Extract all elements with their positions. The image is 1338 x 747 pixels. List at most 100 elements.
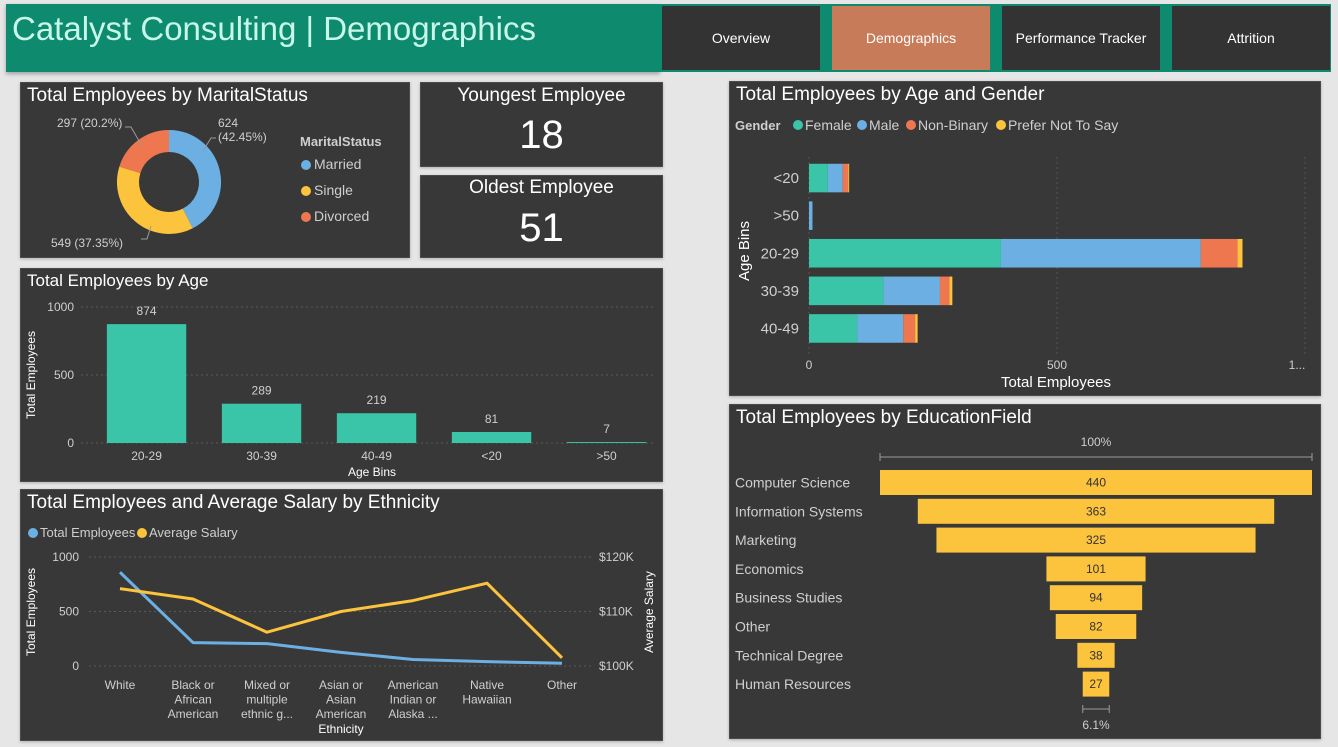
x-tick-label: Black or African American	[168, 678, 219, 721]
legend-marker-prefer-not-to-say	[996, 120, 1006, 130]
age-gender-stacked-bar-chart: Gender Female Male Non-Binary Prefer Not To …	[735, 117, 1306, 391]
legend-marker-single	[301, 186, 311, 196]
marital-status-panel: Total Employees by MaritalStatus 624 (42.…	[20, 82, 410, 258]
legend-title: Gender	[735, 118, 781, 133]
x-axis-title: Total Employees	[1001, 374, 1111, 391]
youngest-employee-value: 18	[519, 113, 564, 157]
x-tick-label: Asian or Asian American	[316, 678, 367, 721]
data-label-20-29: 874	[137, 304, 157, 318]
category-label: Information Systems	[735, 503, 863, 519]
x-tick-label: White	[105, 678, 136, 692]
x-tick-label: <20	[481, 449, 502, 463]
legend-marker-married	[301, 160, 311, 170]
category-label: Business Studies	[735, 590, 842, 606]
bar-segment-<20-female	[809, 163, 828, 193]
y-tick-label: 30-39	[761, 283, 799, 300]
bar-segment-<20-male	[827, 163, 843, 193]
x-tick-label: 30-39	[246, 449, 277, 463]
data-label: 325	[1086, 533, 1106, 547]
donut-slice-single	[117, 166, 193, 234]
oldest-employee-value: 51	[519, 206, 564, 250]
bar-30-39	[221, 403, 302, 443]
series-line-total-employees	[118, 571, 563, 665]
legend-label-average-salary: Average Salary	[149, 525, 238, 540]
tab-overview[interactable]: Overview	[662, 6, 820, 70]
legend-marker-female	[793, 120, 803, 130]
bar-segment-40-49-non-binary	[903, 314, 916, 343]
y-axis-title: Total Employees	[24, 568, 38, 656]
y-tick-label: 500	[59, 605, 79, 619]
age-panel: Total Employees by Age 0 500 1000 874 20-29 2…	[20, 268, 663, 482]
category-label: Technical Degree	[735, 647, 843, 663]
legend-label-female: Female	[805, 117, 852, 133]
legend-label-total-employees: Total Employees	[40, 525, 136, 540]
bar-segment-30-39-male	[883, 276, 940, 306]
x-tick-label: 20-29	[131, 449, 162, 463]
marital-status-donut-chart: 624 (42.45%) 549 (37.35%) 297 (20.2%) Marita…	[51, 116, 382, 250]
x-tick-label: >50	[596, 449, 617, 463]
bar->50	[566, 442, 647, 443]
x-tick-label: 1...	[1289, 358, 1306, 372]
data-label-<20: 81	[485, 412, 499, 426]
y-tick-label: 1000	[47, 300, 74, 314]
legend-label-divorced: Divorced	[314, 208, 369, 224]
legend-marker-non-binary	[906, 120, 916, 130]
series-line-average-salary	[119, 581, 564, 659]
bar-segment-40-49-prefer-not-to-say	[915, 314, 918, 343]
youngest-employee-card: Youngest Employee 18	[420, 82, 663, 167]
data-label-40-49: 219	[367, 393, 387, 407]
oldest-employee-label: Oldest Employee	[469, 177, 614, 198]
y2-tick-label: $120K	[599, 550, 634, 564]
data-label: 94	[1089, 591, 1103, 605]
page-title: Catalyst Consulting | Demographics	[12, 10, 536, 47]
y-tick-label: 1000	[52, 550, 79, 564]
bar-segment-30-39-non-binary	[939, 276, 950, 306]
nav-bar: Overview Demographics Performance Tracke…	[660, 4, 1331, 72]
bar-40-49	[336, 413, 417, 443]
y2-tick-label: $100K	[599, 659, 634, 673]
bar-segment-20-29-prefer-not-to-say	[1237, 238, 1243, 268]
tab-attrition[interactable]: Attrition	[1172, 6, 1330, 70]
top-percent-bracket	[879, 453, 1313, 461]
age-gender-panel: Total Employees by Age and Gender Gender…	[729, 81, 1321, 396]
y-tick-label: 500	[54, 368, 74, 382]
legend-label-prefer-not-to-say: Prefer Not To Say	[1008, 117, 1118, 133]
ethnicity-panel: Total Employees and Average Salary by Et…	[20, 489, 663, 741]
tab-performance-tracker[interactable]: Performance Tracker	[1002, 6, 1160, 70]
bar-segment-<20-non-binary	[842, 163, 849, 193]
y-tick-label: 0	[72, 659, 79, 673]
bar-20-29	[106, 324, 187, 443]
youngest-employee-label: Youngest Employee	[457, 85, 626, 106]
x-axis-title: Age Bins	[348, 465, 396, 479]
x-tick-label: Mixed or multiple ethnic g...	[241, 678, 293, 721]
data-label-divorced: 297 (20.2%)	[57, 116, 122, 130]
y-tick-label: <20	[774, 170, 799, 187]
data-label: 440	[1086, 476, 1106, 490]
y-tick-label: >50	[774, 208, 799, 225]
education-funnel-chart: 100% 440 Computer Science 363 Information Sy…	[735, 435, 1313, 732]
x-tick-label: 40-49	[361, 449, 392, 463]
data-label-single: 549 (37.35%)	[51, 236, 123, 250]
donut-slice-married	[168, 130, 221, 229]
legend-marker-divorced	[301, 212, 311, 222]
category-label: Other	[735, 619, 770, 635]
header-banner: Catalyst Consulting | Demographics	[6, 4, 660, 72]
category-label: Computer Science	[735, 475, 850, 491]
bar-segment->50-male	[809, 201, 813, 230]
bar-segment-20-29-non-binary	[1200, 238, 1238, 268]
legend-marker-total-employees	[28, 528, 38, 538]
legend-marker-average-salary	[137, 528, 147, 538]
bar-segment-20-29-male	[1000, 238, 1201, 268]
data-label-married: 624 (42.45%)	[218, 116, 267, 144]
bar-segment-30-39-female	[809, 276, 884, 306]
ethnicity-line-chart: Total Employees Average Salary 0 500 1000 $10…	[24, 525, 656, 736]
y2-axis-title: Average Salary	[642, 571, 656, 653]
legend-label-male: Male	[869, 117, 900, 133]
y-axis-title: Total Employees	[24, 331, 38, 419]
top-percent-label: 100%	[1081, 435, 1112, 449]
category-label: Marketing	[735, 532, 796, 548]
tab-demographics[interactable]: Demographics	[832, 6, 990, 70]
data-label: 82	[1089, 620, 1103, 634]
x-tick-label: Other	[547, 678, 577, 692]
bar-<20	[451, 431, 532, 443]
